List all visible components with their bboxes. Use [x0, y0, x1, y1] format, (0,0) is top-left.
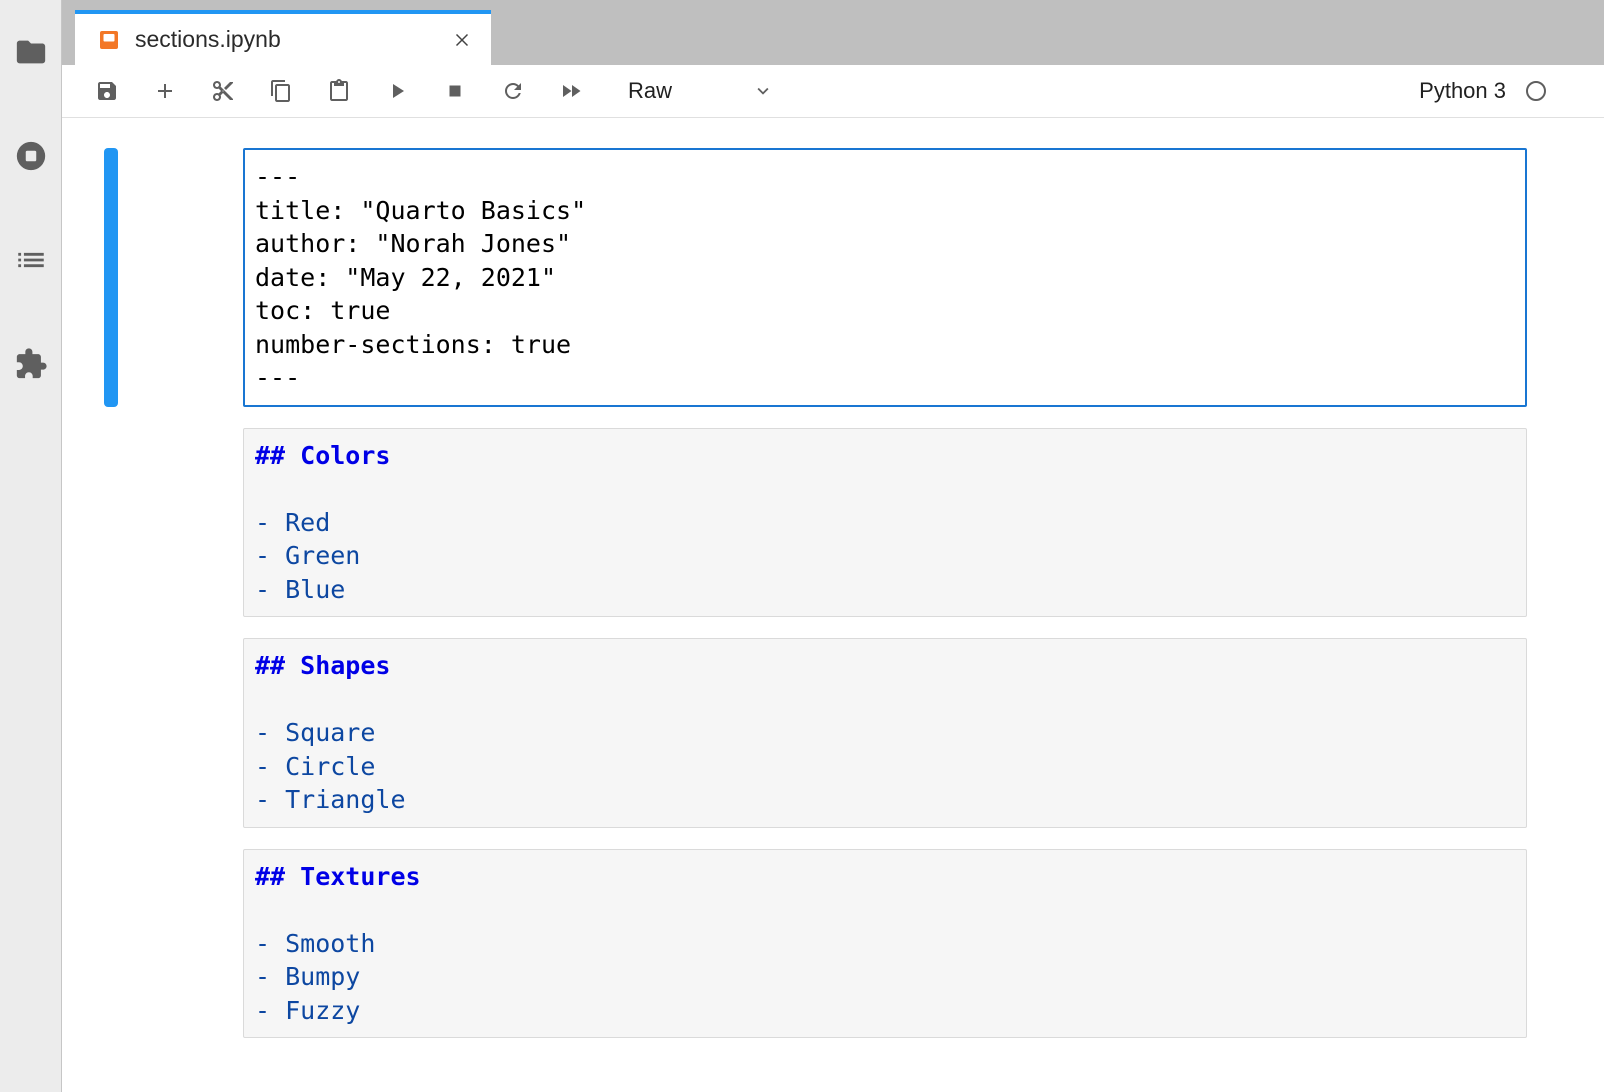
jupyterlab-window: sections.ipynb	[0, 0, 1604, 1092]
chevron-down-icon	[752, 80, 774, 102]
tab-sections-ipynb[interactable]: sections.ipynb	[75, 10, 491, 65]
list-icon	[14, 243, 48, 277]
save-button[interactable]	[82, 70, 132, 112]
code-line: title: "Quarto Basics"	[255, 194, 1515, 228]
sidebar-item-running-sessions[interactable]	[11, 136, 51, 176]
save-icon	[95, 79, 119, 103]
code-line: ## Shapes	[255, 649, 1515, 683]
cut-cells-button[interactable]	[198, 70, 248, 112]
code-line: - Blue	[255, 573, 1515, 607]
code-line: toc: true	[255, 294, 1515, 328]
code-line: - Fuzzy	[255, 994, 1515, 1028]
code-line: ---	[255, 160, 1515, 194]
plus-icon	[153, 79, 177, 103]
cell-editor-markdown[interactable]: ## Shapes - Square- Circle- Triangle	[243, 638, 1527, 828]
cell-type-dropdown[interactable]: Raw	[622, 74, 780, 108]
tab-bar: sections.ipynb	[62, 0, 1604, 65]
left-activity-bar	[0, 0, 62, 1092]
cut-icon	[211, 79, 235, 103]
insert-cell-button[interactable]	[140, 70, 190, 112]
notebook-cell[interactable]: ## Textures - Smooth- Bumpy- Fuzzy	[104, 849, 1604, 1039]
kernel-indicator: Python 3	[1419, 78, 1548, 104]
notebook-cell[interactable]: ## Shapes - Square- Circle- Triangle	[104, 638, 1604, 828]
run-icon	[385, 79, 409, 103]
paste-icon	[327, 79, 351, 103]
cell-editor-markdown[interactable]: ## Colors - Red- Green- Blue	[243, 428, 1527, 618]
restart-run-all-button[interactable]	[546, 70, 596, 112]
paste-cells-button[interactable]	[314, 70, 364, 112]
code-line: - Square	[255, 716, 1515, 750]
sidebar-item-table-of-contents[interactable]	[11, 240, 51, 280]
cells-container: ---title: "Quarto Basics"author: "Norah …	[62, 148, 1604, 1038]
notebook-toolbar: Raw Python 3	[62, 65, 1604, 118]
code-line: - Triangle	[255, 783, 1515, 817]
copy-icon	[269, 79, 293, 103]
code-line: - Smooth	[255, 927, 1515, 961]
notebook-panel: ---title: "Quarto Basics"author: "Norah …	[62, 118, 1604, 1092]
code-line	[255, 472, 1515, 506]
sidebar-item-extensions[interactable]	[11, 344, 51, 384]
tab-title: sections.ipynb	[135, 26, 281, 53]
code-line: ## Colors	[255, 439, 1515, 473]
notebook-icon	[97, 28, 121, 52]
restart-kernel-button[interactable]	[488, 70, 538, 112]
cell-type-value: Raw	[628, 78, 672, 104]
stop-icon	[443, 79, 467, 103]
cell-collapser[interactable]	[104, 428, 118, 618]
code-line: - Red	[255, 506, 1515, 540]
running-kernels-icon	[14, 139, 48, 173]
restart-icon	[501, 79, 525, 103]
sidebar-item-file-browser[interactable]	[11, 32, 51, 72]
code-line: - Bumpy	[255, 960, 1515, 994]
cell-collapser[interactable]	[104, 638, 118, 828]
cell-editor-markdown[interactable]: ## Textures - Smooth- Bumpy- Fuzzy	[243, 849, 1527, 1039]
interrupt-kernel-button[interactable]	[430, 70, 480, 112]
code-line: - Circle	[255, 750, 1515, 784]
code-line: ## Textures	[255, 860, 1515, 894]
cell-editor-raw[interactable]: ---title: "Quarto Basics"author: "Norah …	[243, 148, 1527, 407]
notebook-cell[interactable]: ---title: "Quarto Basics"author: "Norah …	[104, 148, 1604, 407]
fast-forward-icon	[559, 79, 583, 103]
kernel-name[interactable]: Python 3	[1419, 78, 1506, 104]
cell-collapser[interactable]	[104, 849, 118, 1039]
notebook-cell[interactable]: ## Colors - Red- Green- Blue	[104, 428, 1604, 618]
kernel-idle-circle-icon[interactable]	[1524, 79, 1548, 103]
run-cell-button[interactable]	[372, 70, 422, 112]
code-line: ---	[255, 361, 1515, 395]
code-line: - Green	[255, 539, 1515, 573]
copy-cells-button[interactable]	[256, 70, 306, 112]
code-line: number-sections: true	[255, 328, 1515, 362]
folder-icon	[14, 35, 48, 69]
cell-collapser[interactable]	[104, 148, 118, 407]
code-line: date: "May 22, 2021"	[255, 261, 1515, 295]
code-line: author: "Norah Jones"	[255, 227, 1515, 261]
main-area: sections.ipynb	[62, 0, 1604, 1092]
code-line	[255, 683, 1515, 717]
puzzle-icon	[14, 347, 48, 381]
code-line	[255, 893, 1515, 927]
close-icon[interactable]	[451, 29, 473, 51]
